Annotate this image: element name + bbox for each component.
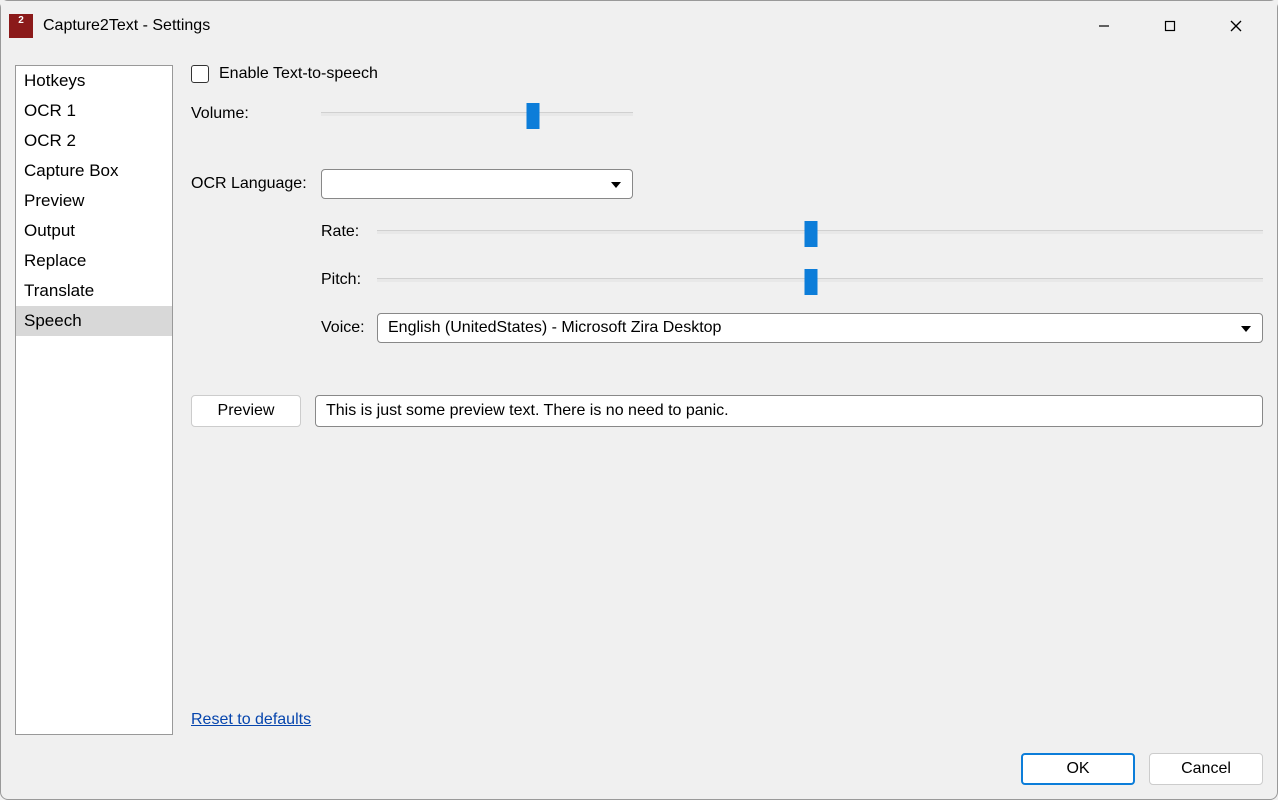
sidebar-item-ocr-2[interactable]: OCR 2 bbox=[16, 126, 172, 156]
preview-row: Preview bbox=[191, 395, 1263, 427]
sidebar-item-capture-box[interactable]: Capture Box bbox=[16, 156, 172, 186]
preview-button[interactable]: Preview bbox=[191, 395, 301, 427]
close-icon bbox=[1230, 20, 1242, 32]
voice-value: English (UnitedStates) - Microsoft Zira … bbox=[388, 319, 721, 337]
chevron-down-icon bbox=[610, 176, 622, 192]
ocr-language-label: OCR Language: bbox=[191, 175, 321, 193]
sidebar-item-preview[interactable]: Preview bbox=[16, 186, 172, 216]
pitch-label: Pitch: bbox=[321, 271, 377, 289]
rate-slider[interactable] bbox=[377, 230, 1263, 234]
close-button[interactable] bbox=[1213, 10, 1259, 42]
maximize-button[interactable] bbox=[1147, 10, 1193, 42]
ocr-language-row: OCR Language: bbox=[191, 169, 1263, 199]
chevron-down-icon bbox=[1240, 320, 1252, 336]
sidebar-item-replace[interactable]: Replace bbox=[16, 246, 172, 276]
speech-panel: Enable Text-to-speech Volume: OCR Langua… bbox=[191, 65, 1263, 735]
volume-row: Volume: bbox=[191, 99, 1263, 129]
cancel-button[interactable]: Cancel bbox=[1149, 753, 1263, 785]
minimize-icon bbox=[1098, 20, 1110, 32]
pitch-row: Pitch: bbox=[321, 265, 1263, 295]
pitch-slider[interactable] bbox=[377, 278, 1263, 282]
maximize-icon bbox=[1164, 20, 1176, 32]
enable-tts-checkbox[interactable] bbox=[191, 65, 209, 83]
volume-label: Volume: bbox=[191, 105, 321, 123]
volume-slider[interactable] bbox=[321, 112, 633, 116]
reset-to-defaults-link[interactable]: Reset to defaults bbox=[191, 711, 311, 729]
rate-slider-thumb[interactable] bbox=[805, 221, 818, 247]
sidebar-item-output[interactable]: Output bbox=[16, 216, 172, 246]
voice-dropdown[interactable]: English (UnitedStates) - Microsoft Zira … bbox=[377, 313, 1263, 343]
sidebar-item-translate[interactable]: Translate bbox=[16, 276, 172, 306]
minimize-button[interactable] bbox=[1081, 10, 1127, 42]
window-title: Capture2Text - Settings bbox=[43, 17, 1081, 35]
content-area: HotkeysOCR 1OCR 2Capture BoxPreviewOutpu… bbox=[1, 51, 1277, 745]
preview-text-input[interactable] bbox=[315, 395, 1263, 427]
sidebar-item-hotkeys[interactable]: Hotkeys bbox=[16, 66, 172, 96]
enable-tts-row: Enable Text-to-speech bbox=[191, 65, 1263, 83]
sidebar-item-ocr-1[interactable]: OCR 1 bbox=[16, 96, 172, 126]
dialog-footer: OK Cancel bbox=[1, 745, 1277, 799]
app-icon bbox=[9, 14, 33, 38]
rate-row: Rate: bbox=[321, 217, 1263, 247]
settings-window: Capture2Text - Settings HotkeysOCR 1OCR … bbox=[0, 0, 1278, 800]
rate-label: Rate: bbox=[321, 223, 377, 241]
voice-row: Voice: English (UnitedStates) - Microsof… bbox=[321, 313, 1263, 343]
window-controls bbox=[1081, 10, 1259, 42]
ocr-language-dropdown[interactable] bbox=[321, 169, 633, 199]
sidebar: HotkeysOCR 1OCR 2Capture BoxPreviewOutpu… bbox=[15, 65, 173, 735]
pitch-slider-thumb[interactable] bbox=[805, 269, 818, 295]
titlebar: Capture2Text - Settings bbox=[1, 1, 1277, 51]
ok-button[interactable]: OK bbox=[1021, 753, 1135, 785]
voice-label: Voice: bbox=[321, 319, 377, 337]
sidebar-item-speech[interactable]: Speech bbox=[16, 306, 172, 336]
enable-tts-label: Enable Text-to-speech bbox=[219, 65, 378, 83]
volume-slider-thumb[interactable] bbox=[527, 103, 540, 129]
